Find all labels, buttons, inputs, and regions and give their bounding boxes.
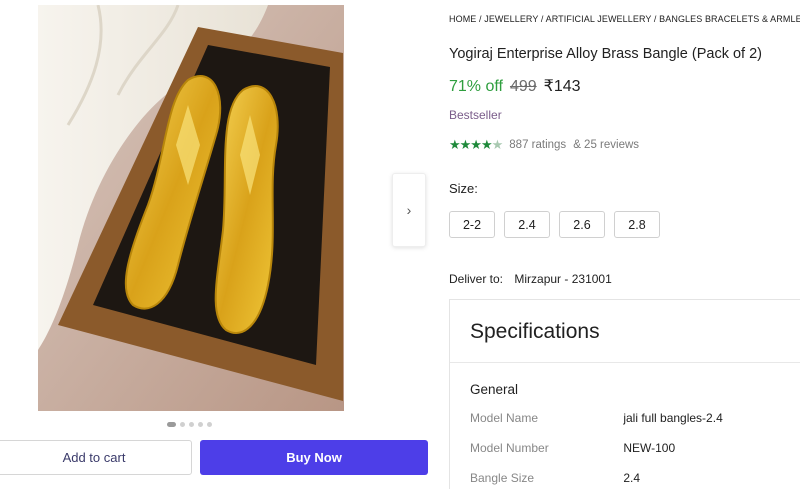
- spec-key: Model Name: [470, 411, 539, 425]
- carousel-dot-3[interactable]: [189, 422, 194, 427]
- reviews-count: & 25 reviews: [573, 139, 640, 151]
- selling-price: ₹143: [543, 78, 581, 95]
- breadcrumb-jewellery[interactable]: JEWELLERY: [484, 14, 538, 24]
- buy-now-button[interactable]: Buy Now: [200, 440, 428, 475]
- spec-group-general: General: [470, 382, 519, 397]
- size-options: 2-2 2.4 2.6 2.8: [449, 211, 660, 238]
- breadcrumb: HOME / JEWELLERY / ARTIFICIAL JEWELLERY …: [449, 14, 800, 24]
- size-option[interactable]: 2.4: [504, 211, 550, 238]
- ratings-count: 887 ratings: [509, 139, 567, 151]
- size-option[interactable]: 2-2: [449, 211, 495, 238]
- carousel-dot-4[interactable]: [198, 422, 203, 427]
- spec-row: Bangle Size 2.4: [470, 471, 640, 485]
- bangles-photo: [38, 5, 344, 411]
- spec-key: Model Number: [470, 441, 549, 455]
- product-image[interactable]: [38, 5, 344, 411]
- add-to-cart-button[interactable]: Add to cart: [0, 440, 192, 475]
- carousel-dot-2[interactable]: [180, 422, 185, 427]
- size-option[interactable]: 2.6: [559, 211, 605, 238]
- bestseller-badge: Bestseller: [449, 108, 502, 122]
- product-title: Yogiraj Enterprise Alloy Brass Bangle (P…: [449, 46, 762, 62]
- next-image-button[interactable]: ›: [392, 173, 426, 247]
- spec-key: Bangle Size: [470, 471, 535, 485]
- spec-row: Model Name jali full bangles-2.4: [470, 411, 723, 425]
- carousel-dots[interactable]: [167, 422, 212, 427]
- star-rating-icon: ★★★★★: [449, 137, 503, 152]
- size-option[interactable]: 2.8: [614, 211, 660, 238]
- deliver-to-label: Deliver to:: [449, 272, 504, 286]
- breadcrumb-bangles[interactable]: BANGLES BRACELETS & ARMLETS: [659, 14, 800, 24]
- price-row: 71% off 499 ₹143: [449, 76, 581, 96]
- breadcrumb-home[interactable]: HOME: [449, 14, 476, 24]
- breadcrumb-artificial-jewellery[interactable]: ARTIFICIAL JEWELLERY: [546, 14, 652, 24]
- discount-percent: 71% off: [449, 78, 503, 95]
- delivery-pincode[interactable]: Mirzapur - 231001: [514, 272, 611, 286]
- chevron-right-icon: ›: [406, 202, 412, 218]
- spec-value: 2.4: [623, 471, 641, 485]
- original-price: 499: [509, 78, 537, 95]
- rating-row[interactable]: ★★★★★ 887 ratings & 25 reviews: [449, 137, 639, 153]
- spec-value: NEW-100: [623, 441, 676, 455]
- carousel-dot-5[interactable]: [207, 422, 212, 427]
- size-label: Size:: [449, 181, 478, 196]
- spec-value: jali full bangles-2.4: [623, 411, 723, 425]
- specifications-panel: Specifications General Model Name jali f…: [449, 299, 800, 489]
- carousel-dot-1[interactable]: [167, 422, 176, 427]
- delivery-location[interactable]: Deliver to: Mirzapur - 231001: [449, 272, 612, 286]
- spec-row: Model Number NEW-100: [470, 441, 675, 455]
- specifications-heading: Specifications: [450, 300, 800, 363]
